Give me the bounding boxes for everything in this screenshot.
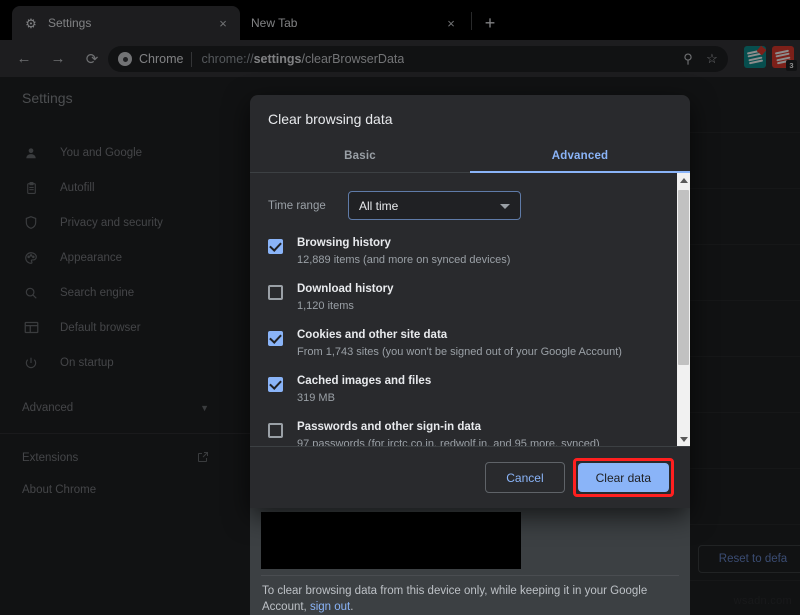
list-item-text: Cookies and other site data From 1,743 s… [297,328,663,360]
dialog-body: Time range All time Browsing history 12,… [250,173,690,446]
scrollbar-thumb[interactable] [678,190,689,365]
dialog-scrollbar[interactable] [677,173,690,446]
list-item[interactable]: Download history 1,120 items [250,282,677,314]
list-item-subtitle: 97 passwords (for irctc.co.in, redwolf.i… [297,437,663,446]
list-item-text: Browsing history 12,889 items (and more … [297,236,663,268]
time-range-label: Time range [268,200,348,212]
sign-out-link[interactable]: sign out [310,601,350,613]
checkbox-download-history[interactable] [268,285,283,300]
dialog-title: Clear browsing data [250,95,690,139]
lower-divider [261,575,679,576]
tab-basic[interactable]: Basic [250,139,470,173]
checkbox-cached-images-and-files[interactable] [268,377,283,392]
checkbox-browsing-history[interactable] [268,239,283,254]
time-range-row: Time range All time [250,173,677,224]
list-item[interactable]: Browsing history 12,889 items (and more … [250,236,677,268]
data-type-list: Browsing history 12,889 items (and more … [250,224,677,446]
checkbox-cookies-and-site-data[interactable] [268,331,283,346]
scroll-up-arrow-icon[interactable] [677,173,690,187]
scroll-down-arrow-icon[interactable] [677,432,690,446]
redaction-box [261,512,521,569]
footer-note-suffix: . [350,601,353,613]
dialog-footer: Cancel Clear data [250,446,690,508]
time-range-select[interactable]: All time [348,191,521,220]
dialog-tabs: Basic Advanced [250,139,690,173]
list-item-text: Download history 1,120 items [297,282,663,314]
clear-data-button[interactable]: Clear data [578,463,669,492]
dialog-lower-section: To clear browsing data from this device … [250,503,690,615]
list-item[interactable]: Passwords and other sign-in data 97 pass… [250,420,677,446]
browser-window: ⚙ Settings × New Tab × + ← → ⟳ Chrome ch… [0,0,800,615]
chevron-down-icon [500,204,510,209]
list-item-title: Browsing history [297,236,663,251]
dialog-footer-note: To clear browsing data from this device … [262,583,664,615]
list-item-text: Passwords and other sign-in data 97 pass… [297,420,663,446]
tab-advanced[interactable]: Advanced [470,139,690,173]
dialog-scroll-area: Time range All time Browsing history 12,… [250,173,677,446]
list-item-subtitle: 319 MB [297,391,663,406]
cancel-button[interactable]: Cancel [485,462,564,493]
list-item[interactable]: Cached images and files 319 MB [250,374,677,406]
list-item-title: Cookies and other site data [297,328,663,343]
checkbox-passwords-and-sign-in-data[interactable] [268,423,283,438]
list-item-subtitle: 1,120 items [297,299,663,314]
clear-browsing-data-dialog: Clear browsing data Basic Advanced Time … [250,95,690,508]
list-item-title: Download history [297,282,663,297]
list-item-text: Cached images and files 319 MB [297,374,663,406]
list-item[interactable]: Cookies and other site data From 1,743 s… [250,328,677,360]
list-item-subtitle: 12,889 items (and more on synced devices… [297,253,663,268]
list-item-title: Passwords and other sign-in data [297,420,663,435]
list-item-subtitle: From 1,743 sites (you won't be signed ou… [297,345,663,360]
time-range-value: All time [359,199,398,213]
clear-data-highlight: Clear data [573,458,674,497]
list-item-title: Cached images and files [297,374,663,389]
